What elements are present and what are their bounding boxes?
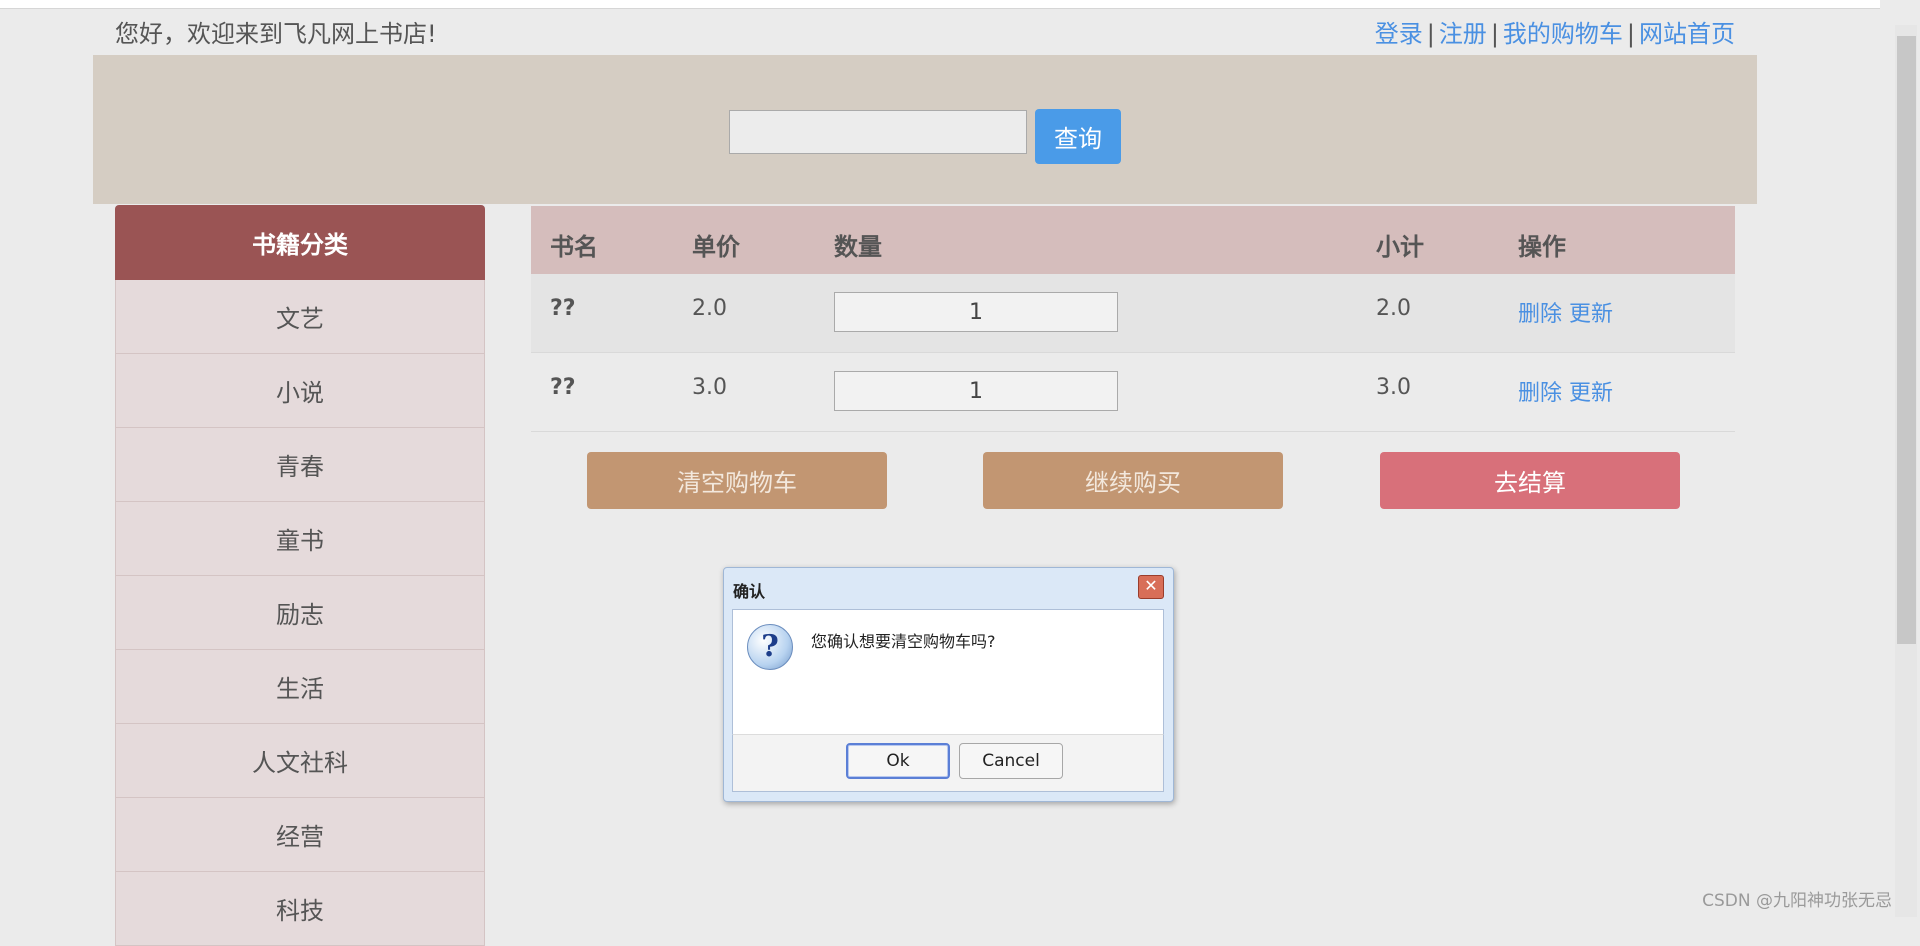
- register-link[interactable]: 注册: [1439, 20, 1487, 48]
- col-name: 书名: [550, 233, 598, 261]
- continue-shopping-button[interactable]: 继续购买: [983, 452, 1283, 509]
- col-price: 单价: [692, 233, 740, 261]
- unit-price: 2.0: [692, 296, 727, 321]
- cart-table: 书名 单价 数量 小计 操作 ?? 2.0 2.0 删除 更新 ?? 3.0 3…: [531, 206, 1735, 432]
- scrollbar-thumb[interactable]: [1897, 36, 1916, 644]
- top-links: 登录 | 注册 | 我的购物车 | 网站首页: [1375, 14, 1735, 49]
- col-subtotal: 小计: [1376, 233, 1424, 261]
- category-sidebar: 书籍分类 文艺 小说 青春 童书 励志 生活 人文社科 经营 科技: [115, 205, 485, 946]
- category-item-youth[interactable]: 青春: [115, 428, 485, 502]
- close-icon[interactable]: ✕: [1138, 575, 1164, 599]
- my-cart-link[interactable]: 我的购物车: [1503, 20, 1623, 48]
- update-link[interactable]: 更新: [1569, 381, 1613, 406]
- link-separator: |: [1490, 20, 1499, 48]
- link-separator: |: [1626, 20, 1635, 48]
- update-link[interactable]: 更新: [1569, 302, 1613, 327]
- category-item-business[interactable]: 经营: [115, 798, 485, 872]
- welcome-text: 您好，欢迎来到飞凡网上书店!: [115, 20, 437, 48]
- category-item-inspiration[interactable]: 励志: [115, 576, 485, 650]
- cart-row: ?? 2.0 2.0 删除 更新: [531, 274, 1735, 353]
- subtotal: 2.0: [1376, 296, 1411, 321]
- login-link[interactable]: 登录: [1375, 20, 1423, 48]
- cancel-button[interactable]: Cancel: [959, 743, 1063, 779]
- delete-link[interactable]: 删除: [1518, 302, 1562, 327]
- question-icon: ?: [747, 624, 793, 670]
- clear-cart-button[interactable]: 清空购物车: [587, 452, 887, 509]
- row-actions: 删除 更新: [1518, 296, 1613, 328]
- subtotal: 3.0: [1376, 375, 1411, 400]
- dialog-title: 确认: [733, 582, 766, 601]
- checkout-button[interactable]: 去结算: [1380, 452, 1680, 509]
- category-item-literature[interactable]: 文艺: [115, 280, 485, 354]
- search-input[interactable]: [729, 110, 1027, 154]
- home-link[interactable]: 网站首页: [1639, 20, 1735, 48]
- watermark: CSDN @九阳神功张无忌: [1702, 891, 1892, 911]
- delete-link[interactable]: 删除: [1518, 381, 1562, 406]
- dialog-body: ? 您确认想要清空购物车吗?: [732, 609, 1164, 735]
- cart-header: 书名 单价 数量 小计 操作: [531, 206, 1735, 274]
- quantity-input[interactable]: [834, 292, 1118, 332]
- book-name: ??: [550, 375, 576, 400]
- category-item-humanities[interactable]: 人文社科: [115, 724, 485, 798]
- col-qty: 数量: [834, 233, 882, 261]
- book-name: ??: [550, 296, 576, 321]
- category-item-novel[interactable]: 小说: [115, 354, 485, 428]
- dialog-message: 您确认想要清空购物车吗?: [811, 632, 996, 651]
- row-actions: 删除 更新: [1518, 375, 1613, 407]
- top-rule: [0, 0, 1880, 9]
- dialog-footer: Ok Cancel: [732, 734, 1164, 792]
- col-actions: 操作: [1518, 233, 1566, 261]
- cart-row: ?? 3.0 3.0 删除 更新: [531, 353, 1735, 432]
- ok-button[interactable]: Ok: [846, 743, 950, 779]
- unit-price: 3.0: [692, 375, 727, 400]
- link-separator: |: [1426, 20, 1435, 48]
- category-item-technology[interactable]: 科技: [115, 872, 485, 946]
- confirm-dialog: 确认 ✕ ? 您确认想要清空购物车吗? Ok Cancel: [723, 567, 1174, 802]
- quantity-input[interactable]: [834, 371, 1118, 411]
- category-item-children[interactable]: 童书: [115, 502, 485, 576]
- category-item-life[interactable]: 生活: [115, 650, 485, 724]
- search-button[interactable]: 查询: [1035, 109, 1121, 164]
- category-title: 书籍分类: [115, 205, 485, 280]
